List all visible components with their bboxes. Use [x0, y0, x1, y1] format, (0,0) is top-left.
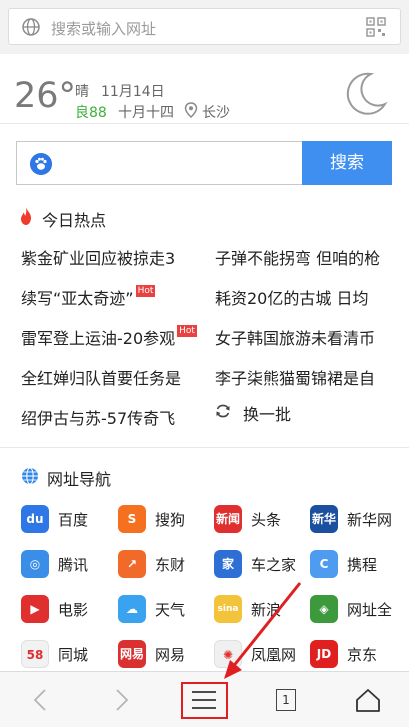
site-label: 新浪: [251, 601, 282, 619]
site-nav-title: 网址导航: [47, 470, 112, 489]
address-bar[interactable]: 搜索或输入网址: [8, 8, 401, 45]
news-item[interactable]: 耗资20亿的古城 日均: [215, 285, 395, 309]
temperature: 26°: [14, 76, 77, 116]
top-bar: 搜索或输入网址: [0, 0, 409, 54]
air-quality: 良88: [75, 105, 107, 121]
location-pin-icon: [184, 102, 198, 118]
dongcai-icon: ↗: [118, 550, 146, 578]
site-label: 电影: [58, 601, 89, 619]
lunar-date: 十月十四: [118, 105, 174, 121]
movie-icon: ▶: [21, 595, 49, 623]
site-label: 携程: [347, 556, 378, 574]
weather-date: 11月14日: [101, 84, 165, 100]
home-icon: [356, 689, 380, 712]
globe-icon: [22, 18, 40, 36]
weather-condition: 晴: [75, 84, 89, 100]
news-item[interactable]: 全红婵归队首要任务是: [21, 365, 203, 389]
hot-badge: Hot: [135, 285, 156, 297]
ifeng-icon: ✺: [214, 640, 242, 668]
site-label: 东财: [155, 556, 186, 574]
jd-icon: JD: [310, 640, 338, 668]
netease-icon: 网易: [118, 640, 146, 668]
back-button[interactable]: [0, 672, 80, 727]
xinhua-icon: 新华: [310, 505, 338, 533]
url-all-icon: ◈: [310, 595, 338, 623]
site-label: 凤凰网: [251, 646, 297, 664]
site-label: 天气: [155, 601, 186, 619]
search-input[interactable]: [16, 141, 302, 185]
sogou-icon: S: [118, 505, 146, 533]
tencent-icon: ◎: [21, 550, 49, 578]
toutiao-icon: 新闻: [214, 505, 242, 533]
news-item[interactable]: 绍伊古与苏-57传奇飞: [21, 405, 203, 429]
tabs-button[interactable]: 1: [246, 672, 326, 727]
autohome-icon: 家: [214, 550, 242, 578]
baidu-paw-icon: [30, 153, 52, 175]
moon-icon: [346, 72, 388, 115]
site-label: 百度: [58, 511, 89, 529]
news-item[interactable]: 续写“亚太奇迹” Hot: [21, 285, 203, 309]
site-label: 搜狗: [155, 511, 186, 529]
site-label: 同城: [58, 646, 89, 664]
forward-arrow-icon: [116, 689, 129, 711]
divider: [0, 447, 409, 448]
globe-icon: [22, 467, 38, 485]
forward-button[interactable]: [82, 672, 162, 727]
refresh-icon: [216, 404, 230, 418]
weather-icon: ☁: [118, 595, 146, 623]
flame-icon: [21, 207, 31, 225]
sina-icon: sina: [214, 595, 242, 623]
qrcode-scan-icon[interactable]: [366, 17, 386, 37]
weather-widget[interactable]: 26° 晴 11月14日 良88 十月十四 长沙: [0, 54, 409, 142]
address-placeholder: 搜索或输入网址: [51, 20, 157, 38]
site-label: 新华网: [347, 511, 393, 529]
divider: [0, 123, 409, 124]
news-item[interactable]: 子弹不能拐弯 但咱的枪: [215, 245, 395, 269]
city-name: 长沙: [202, 105, 230, 121]
58-icon: 58: [21, 640, 49, 668]
site-label: 车之家: [251, 556, 297, 574]
refresh-label: 换一批: [243, 405, 292, 424]
hot-news-title: 今日热点: [42, 211, 107, 230]
site-label: 京东: [347, 646, 378, 664]
site-label: 网址全: [347, 601, 393, 619]
back-arrow-icon: [33, 689, 46, 711]
search-button[interactable]: 搜索: [302, 141, 392, 185]
news-item[interactable]: 雷军登上运油-20参观 Hot: [21, 325, 203, 349]
baidu-icon: du: [21, 505, 49, 533]
search-row: 搜索: [16, 141, 392, 185]
hot-badge: Hot: [177, 325, 197, 337]
news-item[interactable]: 紫金矿业回应被掠走3: [21, 245, 203, 269]
ctrip-icon: C: [310, 550, 338, 578]
home-button[interactable]: [328, 672, 408, 727]
news-item[interactable]: 李子柒熊猫蜀锦裙是自: [215, 365, 395, 389]
news-item[interactable]: 女子韩国旅游未看清币: [215, 325, 395, 349]
site-label: 网易: [155, 646, 186, 664]
tab-count: 1: [276, 689, 296, 711]
highlight-box: [181, 682, 228, 719]
site-label: 腾讯: [58, 556, 89, 574]
site-label: 头条: [251, 511, 282, 529]
